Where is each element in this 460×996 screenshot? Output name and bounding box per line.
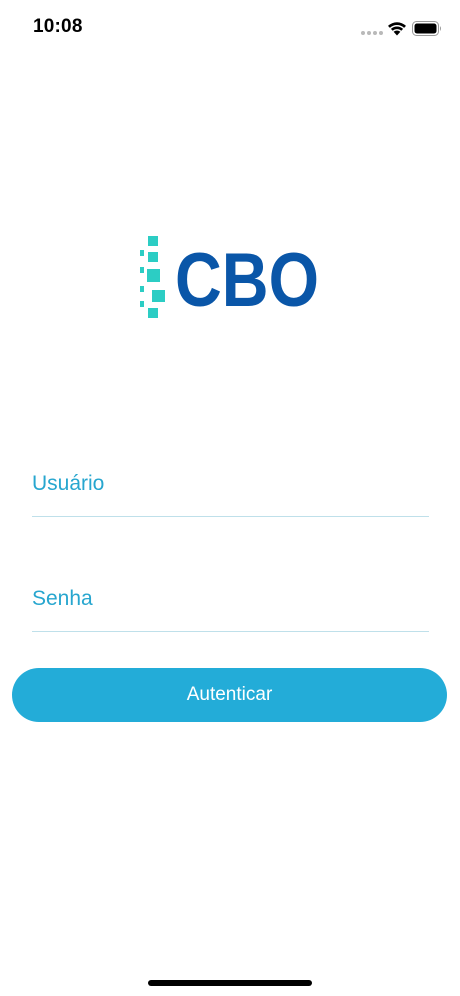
cbo-logo: CBO [138, 234, 322, 323]
logo-mark-icon [140, 236, 165, 318]
wifi-icon [388, 22, 406, 36]
signal-icon [361, 31, 383, 35]
username-placeholder: Usuário [32, 472, 105, 495]
authenticate-button-label: Autenticar [186, 684, 273, 705]
authenticate-button[interactable]: Autenticar [12, 668, 447, 722]
status-bar: 10:08 [0, 0, 460, 56]
username-field[interactable]: Usuário [32, 466, 429, 517]
password-field[interactable]: Senha [32, 581, 429, 632]
logo-text: CBO [175, 238, 319, 322]
status-time: 10:08 [33, 16, 83, 37]
battery-icon [412, 21, 441, 36]
password-placeholder: Senha [32, 587, 93, 610]
home-indicator [148, 980, 312, 986]
